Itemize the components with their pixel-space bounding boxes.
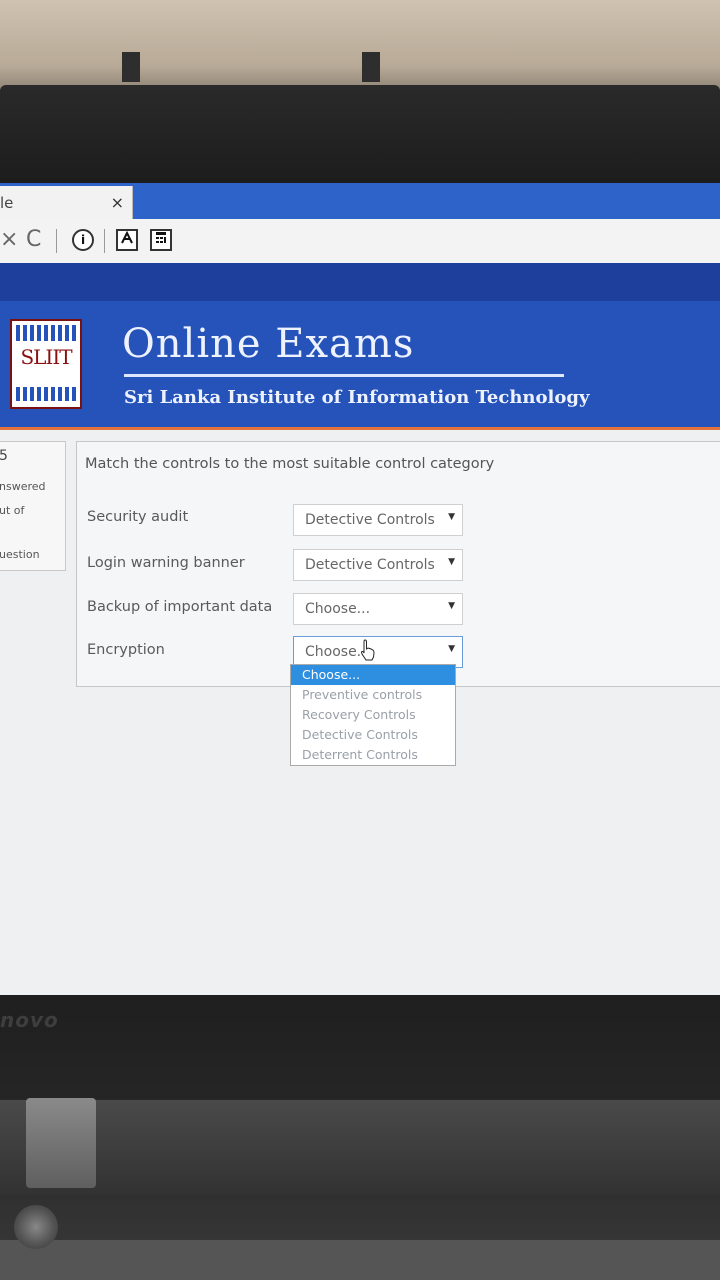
chevron-down-icon: ▼: [448, 644, 455, 654]
calculator-icon[interactable]: [150, 229, 172, 251]
logo-pattern-bottom: [16, 387, 76, 401]
tab-close-icon[interactable]: ×: [111, 193, 124, 212]
match-select-backup[interactable]: Choose... ▼: [293, 593, 463, 625]
institute-name: Sri Lanka Institute of Information Techn…: [124, 387, 590, 408]
match-row-label: Login warning banner: [87, 555, 245, 571]
nav-strip: [0, 263, 720, 303]
brand-logo: novo: [0, 1008, 59, 1032]
question-number: 5: [0, 448, 8, 464]
match-select-security-audit[interactable]: Detective Controls ▼: [293, 504, 463, 536]
tab-title: le: [0, 194, 14, 212]
match-select-login-warning-banner[interactable]: Detective Controls ▼: [293, 549, 463, 581]
logo-text: SLIIT: [20, 345, 72, 369]
match-row-label: Security audit: [87, 509, 189, 525]
monitor-clip-left: [122, 52, 140, 82]
chevron-down-icon: ▼: [448, 601, 455, 611]
select-value: Choose...: [305, 601, 371, 617]
browser-toolbar: × C i: [0, 219, 720, 264]
dropdown-option[interactable]: Preventive controls: [291, 685, 455, 705]
tab-bar: le ×: [0, 183, 720, 219]
chevron-down-icon: ▼: [448, 512, 455, 522]
marks-out-of: ut of: [0, 504, 25, 517]
screen-bezel: [0, 85, 720, 195]
toolbar-divider-2: [104, 229, 105, 253]
dropdown-option[interactable]: Choose...: [291, 665, 455, 685]
question-box: Match the controls to the most suitable …: [76, 441, 720, 687]
reader-mode-icon[interactable]: [116, 229, 138, 251]
match-row-label: Encryption: [87, 642, 165, 658]
site-header: SLIIT Online Exams Sri Lanka Institute o…: [0, 301, 720, 430]
monitor-clip-right: [362, 52, 380, 82]
flag-question-link[interactable]: uestion: [0, 548, 40, 561]
reload-icon[interactable]: C: [26, 227, 41, 253]
power-button-icon[interactable]: [14, 1205, 58, 1249]
answered-status: nswered: [0, 480, 46, 493]
encryption-dropdown-list: Choose... Preventive controls Recovery C…: [290, 664, 456, 766]
laptop-base: [0, 1240, 720, 1280]
sliit-logo: SLIIT: [10, 319, 82, 409]
chevron-down-icon: ▼: [448, 557, 455, 567]
toolbar-divider: [56, 229, 57, 253]
question-prompt: Match the controls to the most suitable …: [85, 456, 495, 472]
logo-pattern-top: [16, 325, 76, 341]
select-value: Detective Controls: [305, 557, 435, 573]
dropdown-option[interactable]: Deterrent Controls: [291, 745, 455, 765]
hinge-block: [26, 1098, 96, 1188]
browser-screen: le × × C i SLIIT Online Exams Sri Lanka …: [0, 183, 720, 995]
info-icon[interactable]: i: [72, 229, 94, 251]
hand-cursor-icon: [360, 639, 375, 661]
dropdown-option[interactable]: Recovery Controls: [291, 705, 455, 725]
title-rule: [124, 374, 564, 377]
question-info-panel: 5 nswered ut of uestion: [0, 441, 66, 571]
laptop-hinge: [0, 1100, 720, 1195]
match-row-label: Backup of important data: [87, 599, 273, 615]
browser-tab[interactable]: le ×: [0, 186, 133, 219]
page-title: Online Exams: [122, 321, 415, 367]
dropdown-option[interactable]: Detective Controls: [291, 725, 455, 745]
select-value: Detective Controls: [305, 512, 435, 528]
stop-icon[interactable]: ×: [0, 227, 18, 253]
